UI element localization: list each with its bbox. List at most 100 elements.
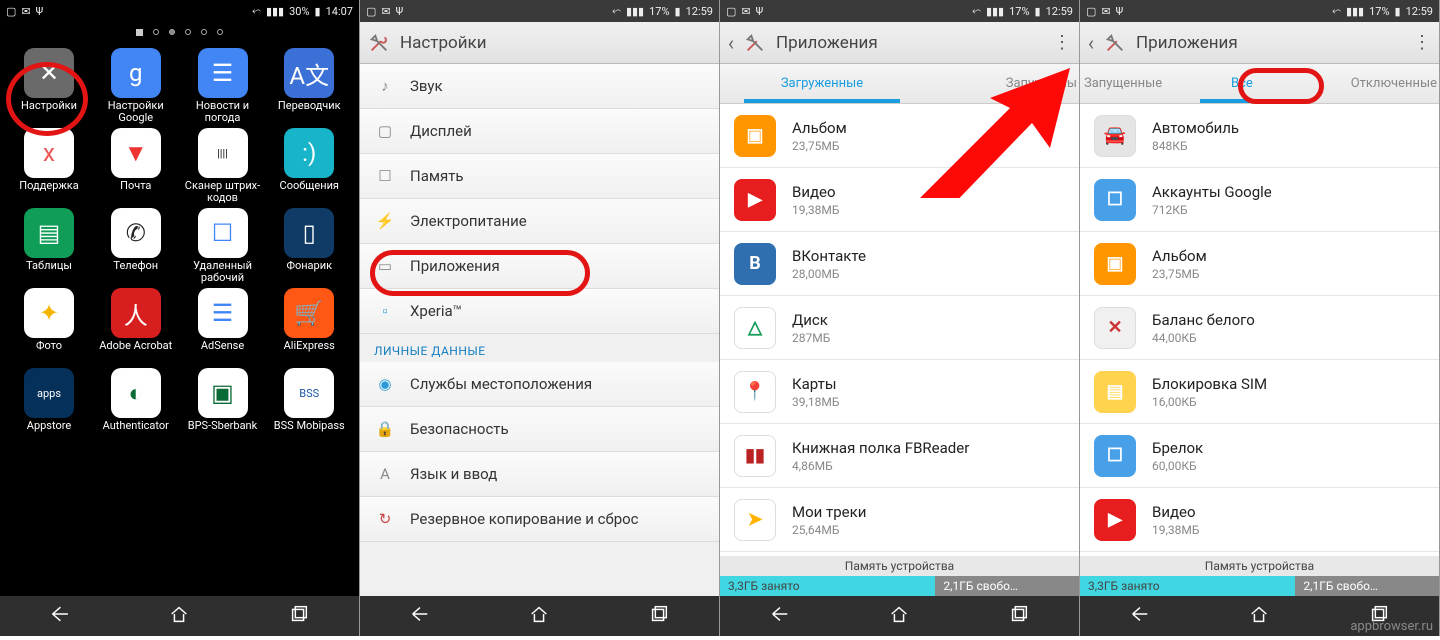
app-Новости и погода[interactable]: ☰Новости и погода bbox=[180, 48, 266, 126]
app-label: AdSense bbox=[201, 340, 244, 366]
recent-button[interactable] bbox=[1008, 603, 1030, 629]
tab-all[interactable]: Все bbox=[1186, 64, 1297, 103]
app-row[interactable]: ▶Видео19,38МБ bbox=[1080, 488, 1439, 552]
app-row-icon: ☐ bbox=[1094, 435, 1136, 477]
settings-item-apps[interactable]: ▭Приложения bbox=[360, 244, 719, 289]
settings-item-security[interactable]: 🔒Безопасность bbox=[360, 407, 719, 452]
settings-item-eq[interactable]: ♪Звук bbox=[360, 64, 719, 109]
pager-dots[interactable] bbox=[0, 22, 359, 42]
recent-button[interactable] bbox=[648, 603, 670, 629]
app-Сканер штрих-кодов[interactable]: ||||Сканер штрих-кодов bbox=[180, 128, 266, 206]
app-row[interactable]: ➤Мои треки25,64МБ bbox=[720, 488, 1079, 552]
battery-pct: 17% bbox=[1009, 5, 1029, 18]
settings-item-xperia[interactable]: ▫Xperia™ bbox=[360, 289, 719, 334]
home-button[interactable] bbox=[168, 603, 190, 629]
tab-running-partial[interactable]: Запущенны bbox=[924, 64, 1079, 103]
tools-icon bbox=[368, 32, 390, 54]
app-row-size: 23,75МБ bbox=[1152, 267, 1207, 281]
back-button[interactable] bbox=[49, 603, 71, 629]
app-icon: ◐ bbox=[111, 368, 161, 418]
display-icon: ▢ bbox=[374, 120, 396, 142]
storage-label: Память устройства bbox=[1080, 556, 1439, 576]
app-Adobe Acrobat[interactable]: 人Adobe Acrobat bbox=[93, 288, 179, 366]
settings-item-location[interactable]: ◉Службы местоположения bbox=[360, 362, 719, 407]
settings-item-lang[interactable]: AЯзык и ввод bbox=[360, 452, 719, 497]
clock: 14:07 bbox=[326, 5, 353, 18]
app-AliExpress[interactable]: 🛒AliExpress bbox=[266, 288, 352, 366]
app-row-name: Аккаунты Google bbox=[1152, 183, 1272, 201]
app-icon: x bbox=[24, 128, 74, 178]
app-row[interactable]: ▤Блокировка SIM16,00КБ bbox=[1080, 360, 1439, 424]
settings-item-power[interactable]: ⚡Электропитание bbox=[360, 199, 719, 244]
app-Фонарик[interactable]: ▯Фонарик bbox=[266, 208, 352, 286]
app-icon: apps bbox=[24, 368, 74, 418]
app-icon: 人 bbox=[111, 288, 161, 338]
app-row[interactable]: △ Диск 287МБ bbox=[720, 296, 1079, 360]
app-Удаленный рабочий[interactable]: ☐Удаленный рабочий bbox=[180, 208, 266, 286]
app-row[interactable]: ☐Брелок60,00КБ bbox=[1080, 424, 1439, 488]
app-Authenticator[interactable]: ◐Authenticator bbox=[93, 368, 179, 446]
app-row-icon: 📍 bbox=[734, 371, 776, 413]
apps-header[interactable]: ‹ Приложения ⋮ bbox=[1080, 22, 1439, 64]
app-row[interactable]: ▣Альбом23,75МБ bbox=[720, 104, 1079, 168]
app-Настройки[interactable]: ✕Настройки bbox=[6, 48, 92, 126]
back-chevron-icon[interactable]: ‹ bbox=[1088, 31, 1094, 55]
app-row[interactable]: ▣Альбом23,75МБ bbox=[1080, 232, 1439, 296]
overflow-icon[interactable]: ⋮ bbox=[1053, 32, 1071, 53]
app-row[interactable]: ☐Аккаунты Google712КБ bbox=[1080, 168, 1439, 232]
app-AdSense[interactable]: ☰AdSense bbox=[180, 288, 266, 366]
app-Почта[interactable]: ▼Почта bbox=[93, 128, 179, 206]
back-chevron-icon[interactable]: ‹ bbox=[728, 31, 734, 55]
app-label: Настройки bbox=[21, 100, 77, 126]
app-Сообщения[interactable]: :)Сообщения bbox=[266, 128, 352, 206]
app-row-size: 287МБ bbox=[792, 331, 830, 345]
overflow-icon[interactable]: ⋮ bbox=[1413, 32, 1431, 53]
app-Поддержка[interactable]: xПоддержка bbox=[6, 128, 92, 206]
app-Таблицы[interactable]: ▤Таблицы bbox=[6, 208, 92, 286]
app-row[interactable]: BВКонтакте28,00МБ bbox=[720, 232, 1079, 296]
recent-button[interactable] bbox=[288, 603, 310, 629]
app-icon: BSS bbox=[284, 368, 334, 418]
status-bar: ▢ ✉ Ψ ⬿ ▮▮▮ 30% ▮ 14:07 bbox=[0, 0, 359, 22]
home-button[interactable] bbox=[528, 603, 550, 629]
app-Фото[interactable]: ✦Фото bbox=[6, 288, 92, 366]
home-button[interactable] bbox=[1248, 603, 1270, 629]
app-row[interactable]: ▮▮Книжная полка FBReader4,86МБ bbox=[720, 424, 1079, 488]
apps-header[interactable]: ‹ Приложения ⋮ bbox=[720, 22, 1079, 64]
tab-disabled[interactable]: Отключенные bbox=[1298, 64, 1439, 103]
app-BPS-Sberbank[interactable]: ▣BPS-Sberbank bbox=[180, 368, 266, 446]
app-row-name: ВКонтакте bbox=[792, 247, 866, 265]
app-Переводчик[interactable]: A文Переводчик bbox=[266, 48, 352, 126]
app-row-size: 28,00МБ bbox=[792, 267, 866, 281]
home-button[interactable] bbox=[888, 603, 910, 629]
app-icon: ✆ bbox=[111, 208, 161, 258]
app-row-name: Диск bbox=[792, 311, 830, 329]
app-row-size: 23,75МБ bbox=[792, 139, 847, 153]
back-button[interactable] bbox=[769, 603, 791, 629]
app-row-name: Баланс белого bbox=[1152, 311, 1255, 329]
app-BSS Mobipass[interactable]: BSSBSS Mobipass bbox=[266, 368, 352, 446]
app-label: Переводчик bbox=[278, 100, 341, 126]
tab-downloaded[interactable]: Загруженные bbox=[720, 64, 924, 103]
app-row-name: Альбом bbox=[792, 119, 847, 137]
storage-used: 3,3ГБ занято bbox=[1080, 576, 1295, 596]
app-row[interactable]: ▶Видео19,38МБ bbox=[720, 168, 1079, 232]
app-Телефон[interactable]: ✆Телефон bbox=[93, 208, 179, 286]
app-icon: ▯ bbox=[284, 208, 334, 258]
app-row[interactable]: 📍Карты39,18МБ bbox=[720, 360, 1079, 424]
app-row-icon: △ bbox=[734, 307, 776, 349]
settings-item-display[interactable]: ▢Дисплей bbox=[360, 109, 719, 154]
tab-running[interactable]: Запущенные bbox=[1080, 64, 1186, 103]
app-Appstore[interactable]: appsAppstore bbox=[6, 368, 92, 446]
app-label: Поддержка bbox=[19, 180, 78, 206]
app-row[interactable]: 🚘Автомобиль848КБ bbox=[1080, 104, 1439, 168]
back-button[interactable] bbox=[409, 603, 431, 629]
app-label: Appstore bbox=[27, 420, 71, 446]
app-Настройки Google[interactable]: gНастройки Google bbox=[93, 48, 179, 126]
settings-list: ♪Звук▢Дисплей☐Память⚡Электропитание▭Прил… bbox=[360, 64, 719, 596]
settings-item-storage[interactable]: ☐Память bbox=[360, 154, 719, 199]
app-row[interactable]: ✕Баланс белого44,00КБ bbox=[1080, 296, 1439, 360]
nav-bar bbox=[360, 596, 719, 636]
settings-item-backup[interactable]: ↻Резервное копирование и сброс bbox=[360, 497, 719, 542]
back-button[interactable] bbox=[1129, 603, 1151, 629]
